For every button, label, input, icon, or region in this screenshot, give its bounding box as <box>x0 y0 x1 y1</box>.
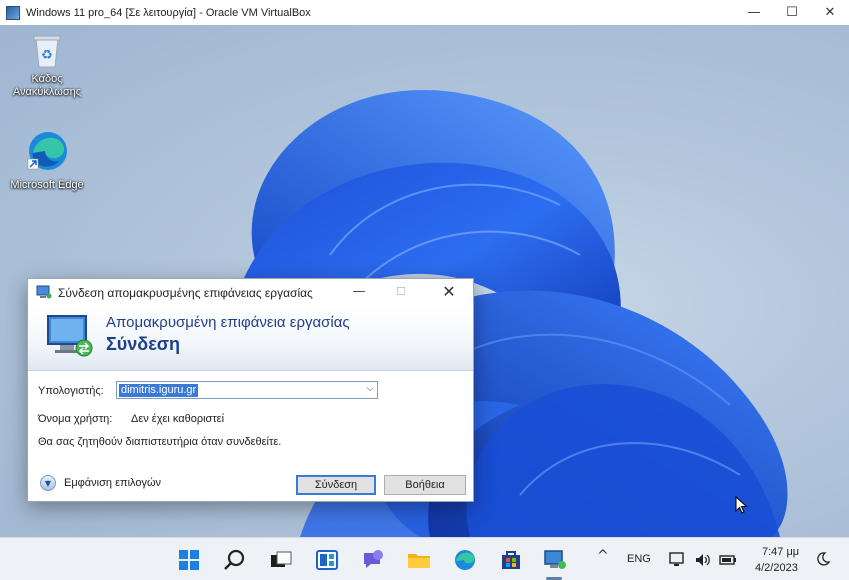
recycle-bin-icon: ♻ <box>30 33 64 69</box>
computer-input-value[interactable]: dimitris.iguru.gr <box>119 384 199 397</box>
focus-assist-moon-icon[interactable] <box>815 551 831 567</box>
host-window-title: Windows 11 pro_64 [Σε λειτουργία] - Orac… <box>26 6 311 19</box>
search-icon[interactable] <box>222 547 248 573</box>
recycle-bin-label-line1: Κάδος <box>31 73 63 85</box>
widgets-icon[interactable] <box>314 547 340 573</box>
volume-icon[interactable] <box>694 551 712 569</box>
desktop-icon-recycle-bin[interactable]: ♻ Κάδος Ανακύκλωσης <box>2 33 92 99</box>
svg-text:♻: ♻ <box>41 48 53 63</box>
file-explorer-icon[interactable] <box>406 547 432 573</box>
help-button[interactable]: Βοήθεια <box>384 475 466 495</box>
virtualbox-app-icon <box>6 5 20 20</box>
expand-options-icon[interactable]: ▼ <box>40 475 56 491</box>
tray-chevron-up-icon[interactable]: ^ <box>597 548 609 564</box>
chevron-down-icon[interactable]: ⌵ <box>366 383 374 394</box>
chat-icon[interactable] <box>360 547 386 573</box>
network-icon[interactable] <box>668 551 686 569</box>
rdp-minimize-button[interactable]: — <box>344 281 374 303</box>
computer-label: Υπολογιστής: <box>38 385 104 397</box>
remote-desktop-taskbar-icon[interactable] <box>542 547 568 573</box>
show-options-label[interactable]: Εμφάνιση επιλογών <box>64 477 161 489</box>
mouse-cursor-icon <box>735 496 748 514</box>
rdp-close-button[interactable]: ✕ <box>434 281 464 303</box>
rdp-small-icon <box>36 285 52 299</box>
rdp-banner: Απομακρυσμένη επιφάνεια εργασίας Σύνδεση <box>28 306 473 371</box>
rdp-banner-title: Απομακρυσμένη επιφάνεια εργασίας <box>106 314 350 331</box>
host-minimize-button[interactable]: — <box>735 0 773 25</box>
host-titlebar: Windows 11 pro_64 [Σε λειτουργία] - Orac… <box>0 0 849 25</box>
task-view-icon[interactable] <box>268 547 294 573</box>
remote-desktop-monitor-icon <box>47 315 93 357</box>
language-indicator[interactable]: ENG <box>627 553 651 565</box>
recycle-bin-label-line2: Ανακύκλωσης <box>12 86 82 98</box>
rdp-maximize-button[interactable]: ☐ <box>386 281 416 303</box>
connect-button[interactable]: Σύνδεση <box>296 475 376 495</box>
rdp-dialog-titlebar[interactable]: Σύνδεση απομακρυσμένης επιφάνειας εργασί… <box>28 279 473 306</box>
edge-icon <box>23 127 71 175</box>
clock-date[interactable]: 4/2/2023 <box>755 562 798 574</box>
username-label: Όνομα χρήστη: <box>38 413 113 425</box>
host-close-button[interactable]: ✕ <box>811 0 849 25</box>
taskbar: ^ ENG 7:47 μμ 4/2/2023 <box>0 537 849 580</box>
host-maximize-button[interactable]: ☐ <box>773 0 811 25</box>
rdp-banner-subtitle: Σύνδεση <box>106 334 181 354</box>
credentials-note: Θα σας ζητηθούν διαπιστευτήρια όταν συνδ… <box>38 436 282 448</box>
rdp-dialog-title: Σύνδεση απομακρυσμένης επιφάνειας εργασί… <box>58 286 313 300</box>
computer-combobox[interactable]: dimitris.iguru.gr ⌵ <box>116 381 378 399</box>
username-value: Δεν έχει καθοριστεί <box>131 413 225 425</box>
microsoft-store-icon[interactable] <box>498 547 524 573</box>
battery-icon[interactable] <box>719 551 737 569</box>
show-options-toggle[interactable]: ▼ Εμφάνιση επιλογών <box>40 475 161 491</box>
edge-taskbar-icon[interactable] <box>452 547 478 573</box>
start-windows-icon[interactable] <box>176 547 202 573</box>
clock-time[interactable]: 7:47 μμ <box>762 546 799 558</box>
rdp-dialog: Σύνδεση απομακρυσμένης επιφάνειας εργασί… <box>27 278 474 502</box>
edge-label: Microsoft Edge <box>10 179 84 191</box>
desktop-icon-edge[interactable]: Microsoft Edge <box>2 127 92 192</box>
